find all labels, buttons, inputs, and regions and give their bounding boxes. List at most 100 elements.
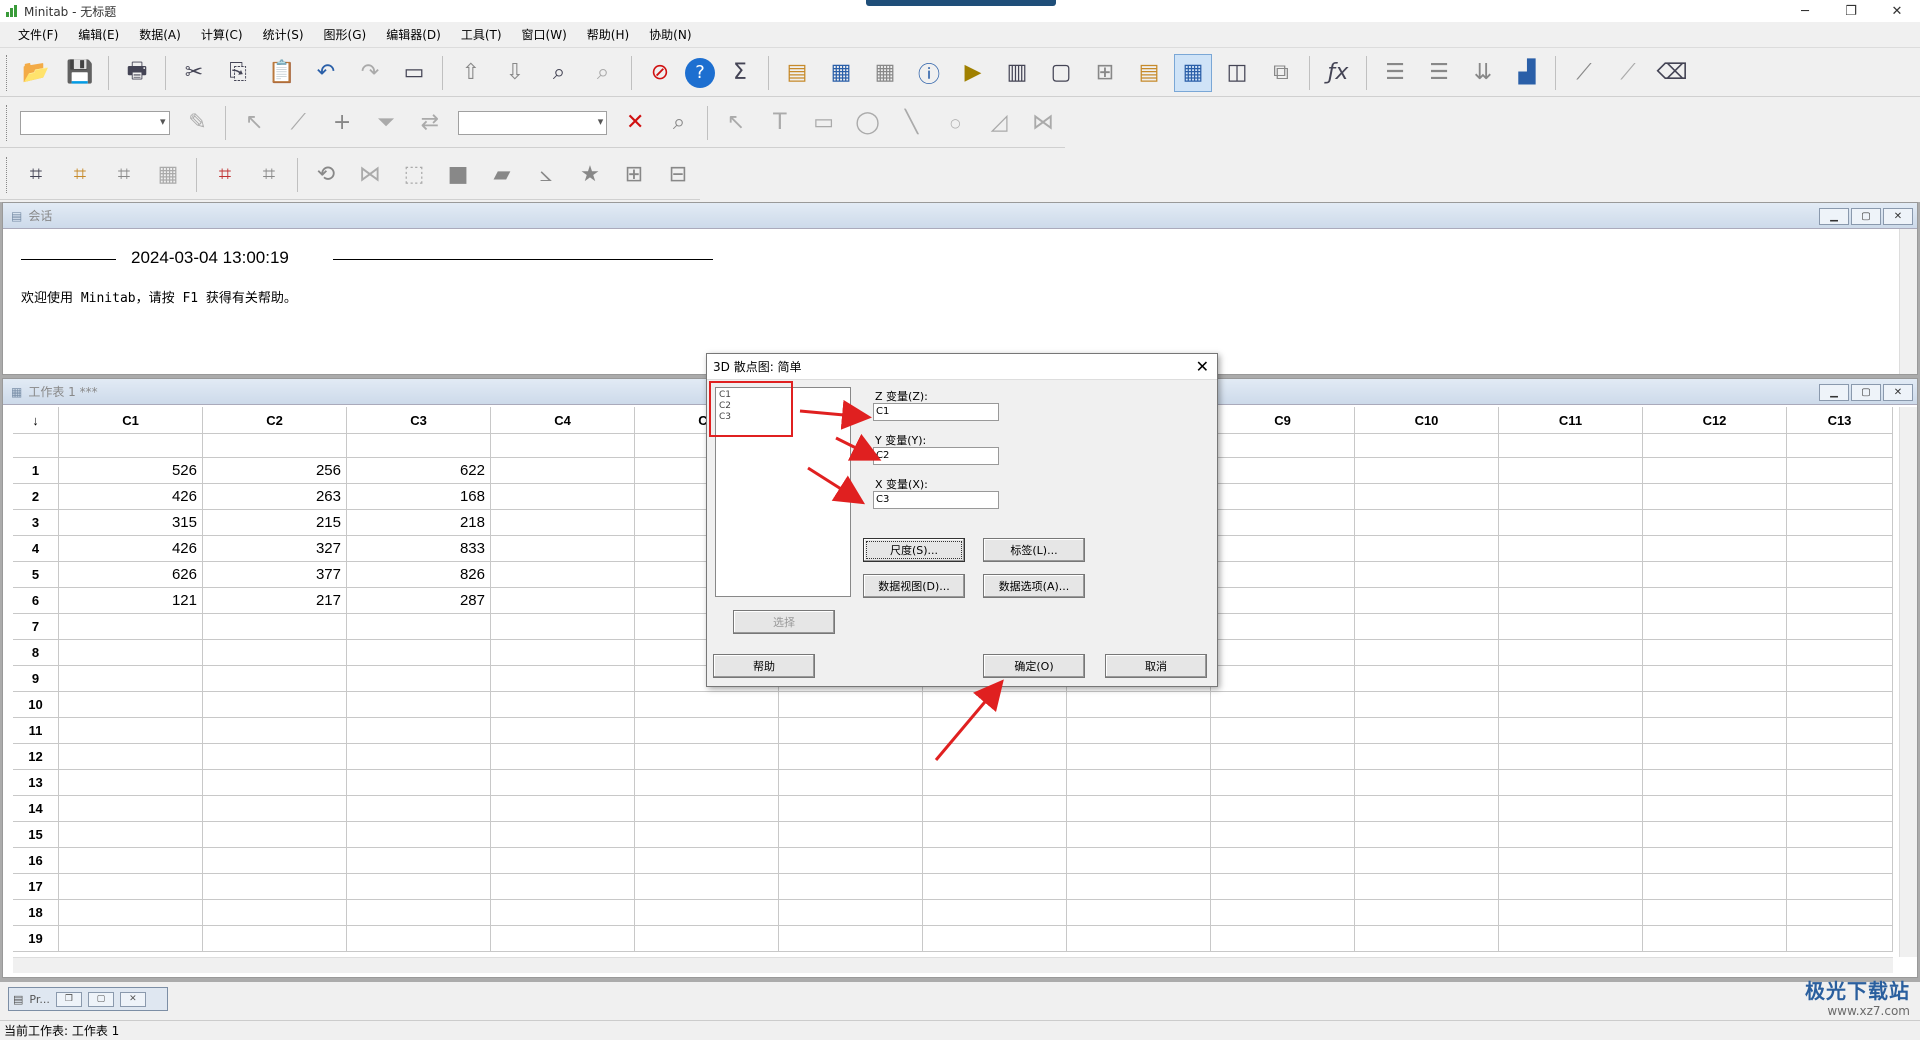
y-variable-input[interactable]: C2 <box>873 447 999 465</box>
data-cell[interactable]: 256 <box>203 458 347 484</box>
column-name-cell[interactable] <box>491 434 635 458</box>
report-icon[interactable]: ▥ <box>998 54 1036 92</box>
data-cell[interactable] <box>779 692 923 718</box>
brush-alt-icon[interactable]: ⟋ <box>1609 54 1647 92</box>
worksheet-close-icon[interactable]: ✕ <box>1883 384 1913 401</box>
data-cell[interactable] <box>923 770 1067 796</box>
data-cell[interactable] <box>1355 640 1499 666</box>
data-cell[interactable] <box>203 614 347 640</box>
data-cell[interactable]: 426 <box>59 536 203 562</box>
data-cell[interactable] <box>1787 848 1893 874</box>
data-cell[interactable] <box>1499 796 1643 822</box>
column-name-cell[interactable] <box>59 434 203 458</box>
row-header[interactable]: 11 <box>13 718 59 744</box>
data-cell[interactable] <box>779 796 923 822</box>
data-cell[interactable] <box>1211 588 1355 614</box>
column-name-cell[interactable] <box>1499 434 1643 458</box>
data-cell[interactable] <box>59 718 203 744</box>
formula-icon[interactable]: ƒx <box>1319 54 1357 92</box>
data-cell[interactable] <box>1499 640 1643 666</box>
menu-tools[interactable]: 工具(T) <box>451 26 512 43</box>
menu-file[interactable]: 文件(F) <box>8 26 68 43</box>
data-cell[interactable] <box>1211 666 1355 692</box>
data-cell[interactable] <box>1211 640 1355 666</box>
select-pointer-icon[interactable]: ↖ <box>235 104 273 142</box>
data-cell[interactable] <box>923 744 1067 770</box>
data-cell[interactable] <box>491 822 635 848</box>
menu-assist[interactable]: 协助(N) <box>639 26 701 43</box>
data-cell[interactable] <box>59 666 203 692</box>
data-cell[interactable] <box>1355 458 1499 484</box>
data-cell[interactable] <box>1355 874 1499 900</box>
data-cell[interactable] <box>1211 718 1355 744</box>
data-cell[interactable] <box>635 874 779 900</box>
graphs-icon[interactable]: ▦ <box>866 54 904 92</box>
help-icon[interactable]: ? <box>685 57 715 88</box>
row-header[interactable]: 14 <box>13 796 59 822</box>
data-cell[interactable] <box>923 822 1067 848</box>
data-cell[interactable] <box>779 848 923 874</box>
data-cell[interactable] <box>1067 822 1211 848</box>
select-button[interactable]: 选择 <box>733 610 835 634</box>
data-cell[interactable] <box>347 770 491 796</box>
data-cell[interactable] <box>1787 536 1893 562</box>
data-cell[interactable] <box>779 770 923 796</box>
data-cell[interactable] <box>1211 848 1355 874</box>
minimize-icon[interactable]: ─ <box>1782 0 1828 22</box>
data-cell[interactable] <box>1787 458 1893 484</box>
data-cell[interactable] <box>1211 822 1355 848</box>
data-cell[interactable] <box>1211 770 1355 796</box>
row-header[interactable]: 16 <box>13 848 59 874</box>
data-cell[interactable] <box>1355 744 1499 770</box>
data-cell[interactable] <box>1787 562 1893 588</box>
star-icon[interactable]: ★ <box>571 156 609 194</box>
data-cell[interactable] <box>1499 666 1643 692</box>
data-cell[interactable] <box>491 692 635 718</box>
data-cell[interactable] <box>347 744 491 770</box>
data-cell[interactable] <box>491 614 635 640</box>
polyline-icon[interactable]: ◿ <box>980 104 1018 142</box>
grid-icon[interactable]: ▦ <box>149 156 187 194</box>
frame-icon[interactable]: ⌗ <box>17 156 55 194</box>
data-cell[interactable] <box>491 874 635 900</box>
data-cell[interactable] <box>491 744 635 770</box>
row-header[interactable]: 2 <box>13 484 59 510</box>
data-cell[interactable] <box>1499 822 1643 848</box>
data-cell[interactable] <box>203 770 347 796</box>
data-cell[interactable]: 626 <box>59 562 203 588</box>
data-cell[interactable] <box>779 822 923 848</box>
data-cell[interactable] <box>203 926 347 952</box>
insert-columns-icon[interactable]: ☰ <box>1420 54 1458 92</box>
data-cell[interactable] <box>1355 666 1499 692</box>
data-cell[interactable] <box>491 536 635 562</box>
data-view-button[interactable]: 数据视图(D)... <box>863 574 965 598</box>
session-folder-icon[interactable]: ▤ <box>1130 54 1168 92</box>
data-cell[interactable] <box>1355 718 1499 744</box>
data-cell[interactable] <box>1643 484 1787 510</box>
column-name-cell[interactable] <box>1643 434 1787 458</box>
worksheet-minimize-icon[interactable]: ▁ <box>1819 384 1849 401</box>
print-icon[interactable]: 🖶 <box>118 54 156 92</box>
row-header[interactable]: 3 <box>13 510 59 536</box>
data-cell[interactable] <box>1211 900 1355 926</box>
data-cell[interactable] <box>1067 900 1211 926</box>
data-cell[interactable] <box>635 796 779 822</box>
data-cell[interactable] <box>1355 562 1499 588</box>
data-cell[interactable]: 263 <box>203 484 347 510</box>
row-header[interactable]: 18 <box>13 900 59 926</box>
data-cell[interactable] <box>635 770 779 796</box>
data-cell[interactable] <box>491 796 635 822</box>
row-header[interactable]: 13 <box>13 770 59 796</box>
column-header[interactable]: C11 <box>1499 407 1643 434</box>
data-cell[interactable] <box>1499 692 1643 718</box>
data-cell[interactable] <box>1643 744 1787 770</box>
data-cell[interactable] <box>1787 510 1893 536</box>
close-icon[interactable]: ✕ <box>1874 0 1920 22</box>
data-cell[interactable] <box>1355 510 1499 536</box>
data-cell[interactable] <box>491 718 635 744</box>
data-cell[interactable] <box>1067 718 1211 744</box>
data-cell[interactable] <box>1787 770 1893 796</box>
column-header[interactable]: C4 <box>491 407 635 434</box>
column-pane-icon[interactable]: ◫ <box>1218 54 1256 92</box>
data-cell[interactable] <box>203 874 347 900</box>
